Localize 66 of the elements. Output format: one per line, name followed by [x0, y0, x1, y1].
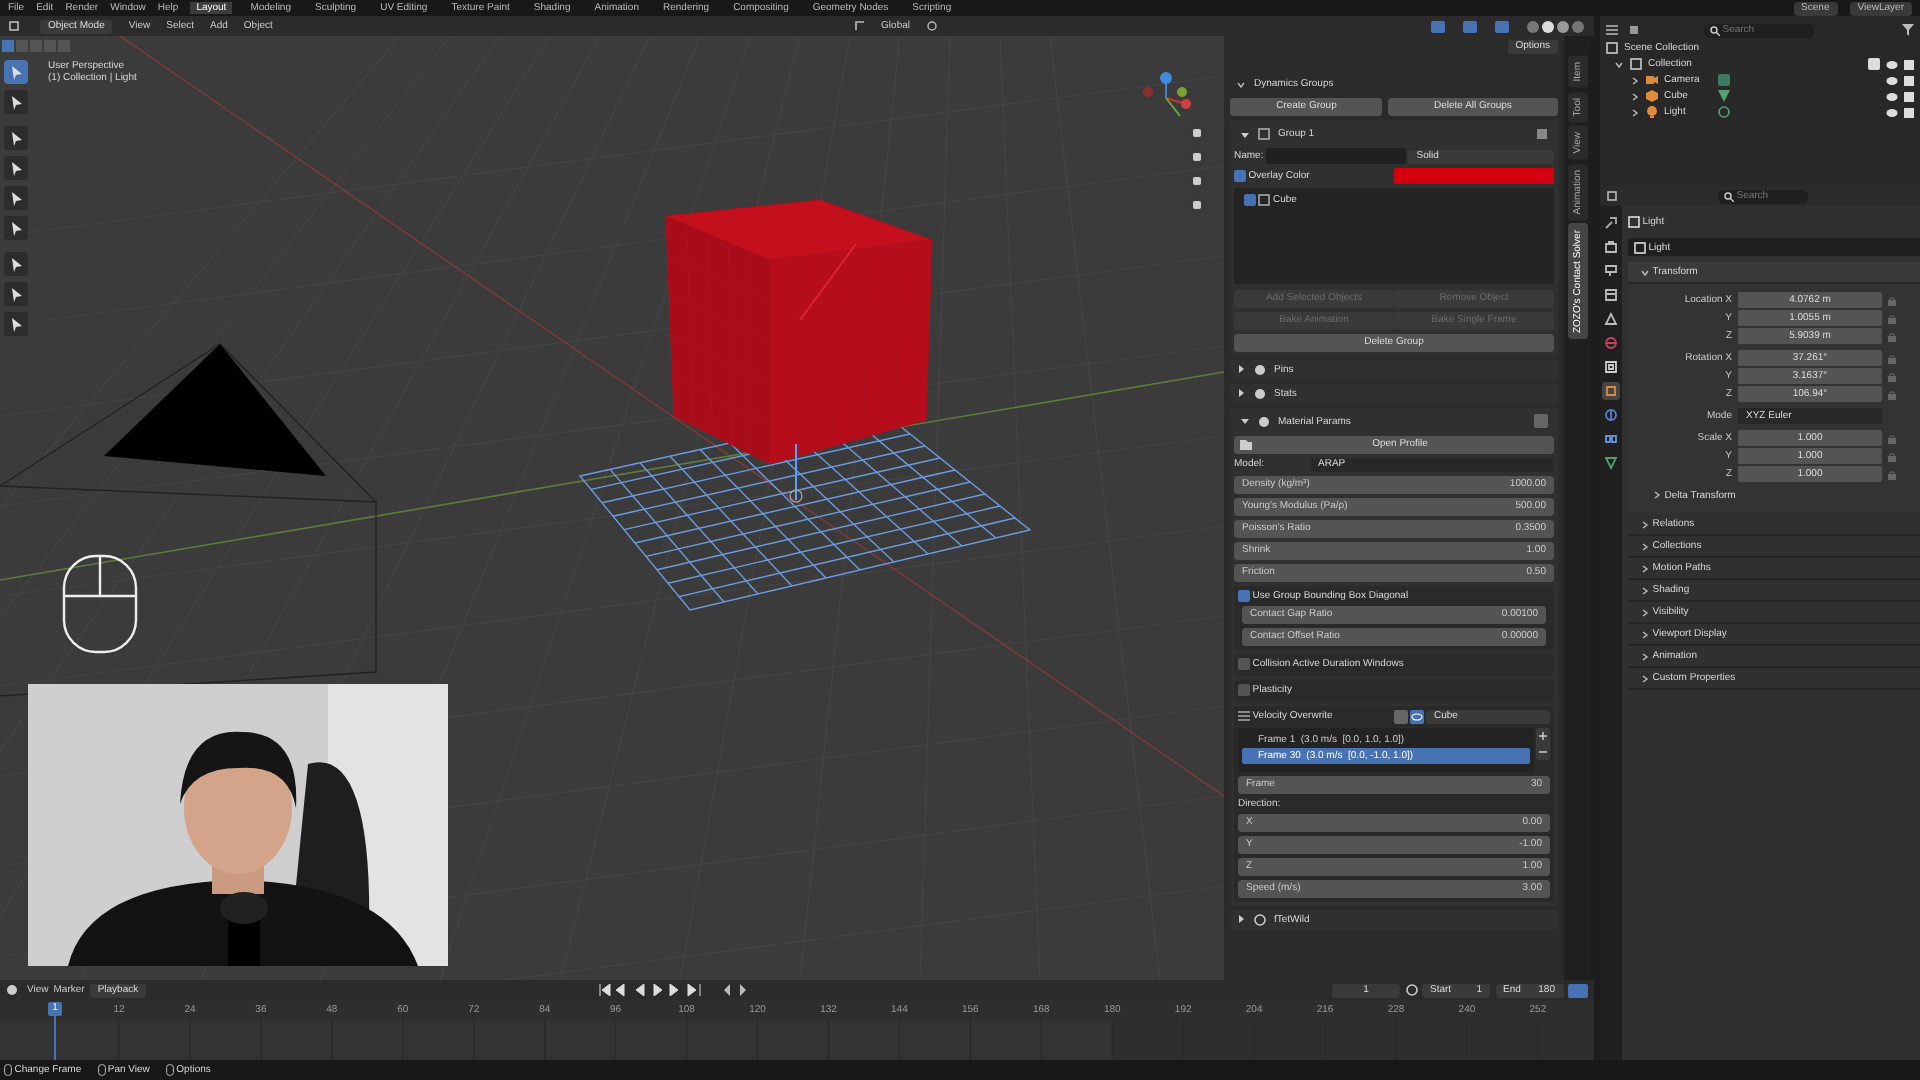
light-icon: [1646, 106, 1658, 118]
select-tool-icon[interactable]: [4, 60, 28, 84]
data-tab-icon[interactable]: [1602, 454, 1620, 472]
mouse-button-icon: [165, 1064, 174, 1076]
filter-icon[interactable]: [1902, 24, 1914, 36]
editor-type-icon[interactable]: [8, 20, 24, 32]
chevron-right-icon[interactable]: [1640, 585, 1650, 595]
chevron-right-icon[interactable]: [1640, 629, 1650, 639]
folder-icon: [1240, 439, 1252, 449]
mouse-button-icon: [4, 1064, 12, 1076]
object-tab-icon[interactable]: [1602, 382, 1620, 400]
checkbox-icon[interactable]: [1868, 58, 1880, 70]
physics-tab-icon[interactable]: [1602, 406, 1620, 424]
mesh-data-icon[interactable]: [1718, 90, 1730, 102]
expanded-arrow-icon[interactable]: [1240, 129, 1250, 139]
collapsed-arrow-icon[interactable]: [1236, 914, 1246, 924]
outliner-type-icon[interactable]: [1606, 24, 1622, 36]
chevron-right-icon[interactable]: [1640, 607, 1650, 617]
constraint-tab-icon[interactable]: [1602, 430, 1620, 448]
object-icon: [1628, 216, 1640, 228]
chevron-right-icon[interactable]: [1640, 651, 1650, 661]
shading-modes-icon[interactable]: [1526, 19, 1586, 33]
scene-tab-icon[interactable]: [1602, 310, 1620, 328]
checkbox[interactable]: [1244, 194, 1256, 206]
color-swatch[interactable]: [1394, 168, 1554, 184]
search-icon: [1710, 25, 1720, 35]
collection-tab-icon[interactable]: [1602, 358, 1620, 376]
chevron-down-icon[interactable]: [1640, 267, 1650, 277]
expanded-arrow-icon[interactable]: [1240, 416, 1250, 426]
chevron-down-icon[interactable]: [1614, 59, 1624, 69]
collapsed-arrow-icon[interactable]: [1236, 388, 1246, 398]
view-tab-icon[interactable]: [1602, 286, 1620, 304]
search-icon: [1724, 191, 1734, 201]
mouse-button-icon: [97, 1064, 106, 1076]
light-data-icon[interactable]: [1718, 106, 1730, 118]
chevron-right-icon[interactable]: [1640, 541, 1650, 551]
chevron-right-icon[interactable]: [1640, 563, 1650, 573]
snap-icon[interactable]: [926, 20, 938, 32]
tool-tab-icon[interactable]: [1602, 214, 1620, 232]
editor-type-icon[interactable]: [1606, 190, 1622, 202]
checkbox[interactable]: [1238, 684, 1250, 696]
chevron-right-icon[interactable]: [1652, 490, 1662, 500]
mouse-icon: [62, 554, 138, 654]
playhead-line: [54, 1016, 56, 1060]
object-icon: [1258, 194, 1271, 206]
world-tab-icon[interactable]: [1602, 334, 1620, 352]
object-icon: [1634, 241, 1646, 253]
chevron-right-icon[interactable]: [1640, 673, 1650, 683]
collapsed-arrow-icon[interactable]: [1236, 364, 1246, 374]
stopwatch-icon[interactable]: [1405, 984, 1417, 996]
pivot-icon[interactable]: [853, 20, 866, 32]
light-gizmo: [789, 443, 803, 503]
group-icon: [1258, 128, 1270, 140]
output-tab-icon[interactable]: [1602, 262, 1620, 280]
checkbox[interactable]: [1238, 658, 1250, 670]
name-field[interactable]: [1265, 148, 1406, 164]
checkbox[interactable]: [1238, 589, 1250, 601]
cube-icon: [1646, 90, 1658, 102]
eye-icon[interactable]: [1409, 709, 1424, 723]
chevron-right-icon[interactable]: [1640, 519, 1650, 529]
gear-icon: [1254, 913, 1266, 925]
chevron-down-icon[interactable]: [1236, 79, 1246, 89]
add-remove-icon[interactable]: [1536, 727, 1550, 759]
render-tab-icon[interactable]: [1602, 238, 1620, 256]
list-icon: [1238, 710, 1250, 722]
checkbox[interactable]: [1234, 170, 1246, 182]
